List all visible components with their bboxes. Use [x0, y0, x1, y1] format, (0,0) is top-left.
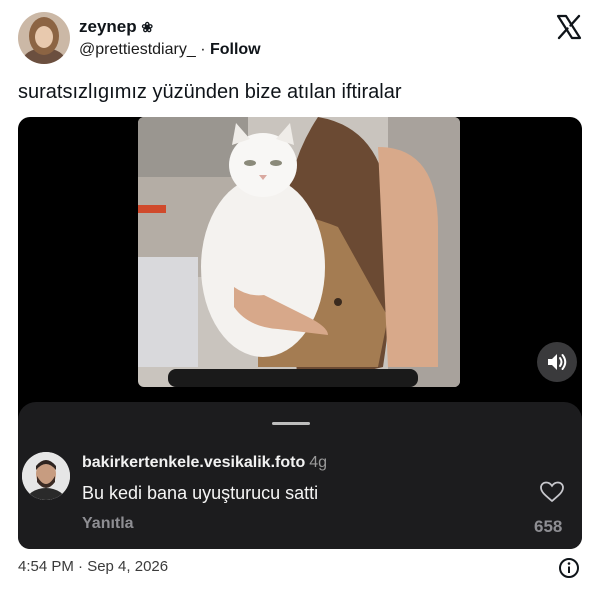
video-frame[interactable]	[138, 117, 460, 387]
heart-icon[interactable]	[539, 480, 565, 504]
info-icon[interactable]	[558, 557, 580, 579]
comment-text: Bu kedi bana uyuşturucu satti	[82, 483, 319, 503]
separator: ·	[200, 41, 206, 58]
commenter-avatar[interactable]	[22, 452, 70, 500]
x-logo-icon[interactable]	[556, 14, 582, 40]
comment-age: 4g	[309, 454, 328, 471]
speaker-icon[interactable]	[537, 342, 577, 382]
follow-button[interactable]: Follow	[210, 41, 261, 58]
author-avatar[interactable]	[18, 12, 70, 64]
tweet-text: suratsızlıgımız yüzünden bize atılan ift…	[18, 81, 402, 103]
user-handle[interactable]: @prettiestdiary_	[79, 41, 196, 58]
comment-username-row: bakirkertenkele.vesikalik.foto 4g	[82, 454, 327, 472]
like-count: 658	[534, 517, 563, 536]
handle-row: @prettiestdiary_ · Follow	[79, 41, 261, 59]
comment-username[interactable]: bakirkertenkele.vesikalik.foto	[82, 454, 305, 471]
comment-panel: bakirkertenkele.vesikalik.foto 4g Bu kedi…	[18, 402, 582, 549]
media-container[interactable]: bakirkertenkele.vesikalik.foto 4g Bu kedi…	[18, 117, 582, 549]
reply-button[interactable]: Yanıtla	[82, 515, 134, 533]
display-name[interactable]: zeynep ❀	[79, 17, 153, 37]
tweet-timestamp[interactable]: 4:54 PM · Sep 4, 2026	[18, 558, 168, 575]
drag-handle[interactable]	[272, 422, 310, 425]
name-emoji: ❀	[141, 19, 154, 35]
